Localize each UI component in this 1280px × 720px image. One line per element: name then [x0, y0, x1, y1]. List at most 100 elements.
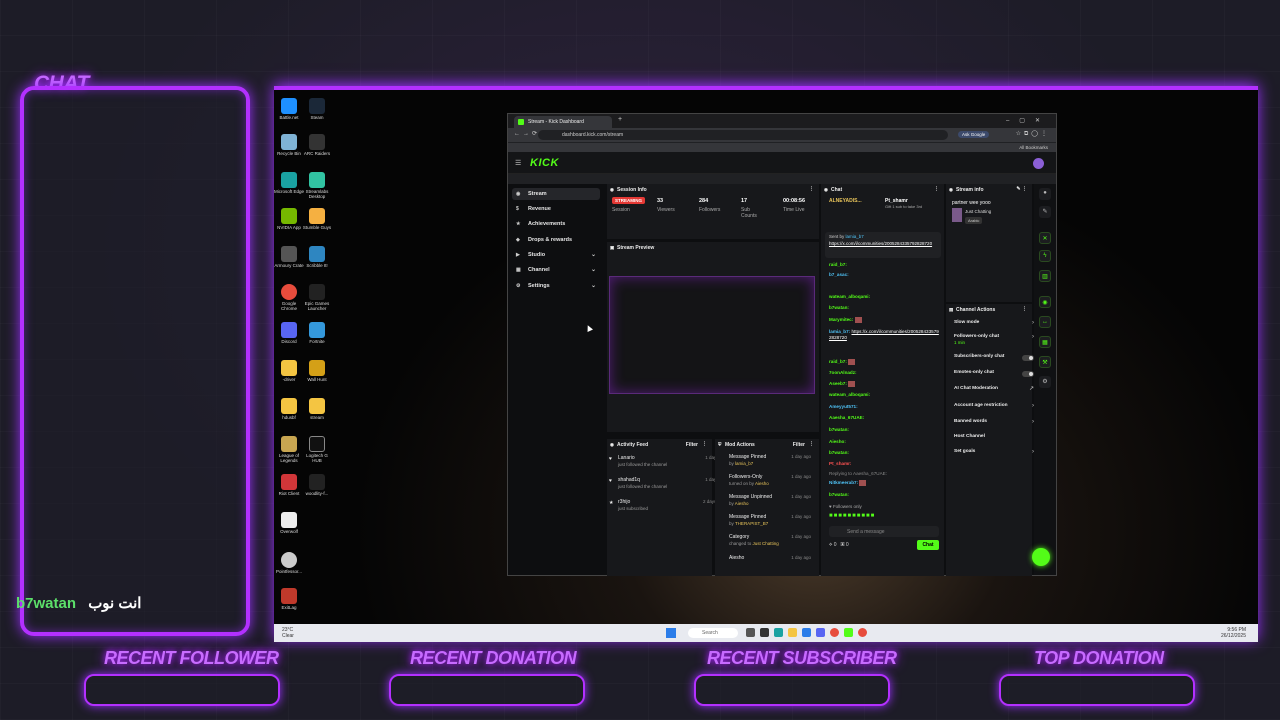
desktop-icon[interactable]: hdusbf [274, 398, 304, 420]
menu-icon[interactable]: ☰ [515, 159, 521, 167]
top-donation-label: TOP DONATION [1034, 648, 1164, 668]
emote-bar[interactable]: ■■■■■■■■■■ [829, 513, 875, 519]
send-message-input[interactable]: Send a message [829, 526, 939, 537]
pinned-message: Sent by lamia_b7 https://x.com/i/communi… [825, 232, 941, 258]
new-tab-icon[interactable]: + [618, 116, 622, 123]
desktop-icon[interactable]: Google Chrome [274, 284, 304, 311]
desktop-icon[interactable]: Fortnite [302, 322, 332, 344]
overlay-chat-text: انت نوب [88, 595, 142, 612]
window-controls[interactable]: –▢✕ [1006, 117, 1050, 124]
kick-logo[interactable]: KICK [530, 157, 559, 169]
folder-icon[interactable] [788, 628, 797, 637]
browser-tab[interactable]: Stream - Kick Dashboard [514, 116, 612, 128]
desktop-icon[interactable]: ARC Raiders [302, 134, 332, 156]
chrome-icon[interactable] [830, 628, 839, 637]
desktop-icon[interactable]: Epic Games Launcher [302, 284, 332, 311]
support-chat-button[interactable] [1032, 548, 1050, 566]
info-icon[interactable]: ● [1039, 188, 1051, 200]
browser-menu-icons[interactable]: ☆⧉◯⋮ [1016, 130, 1050, 138]
slow-mode-item[interactable]: Slow mode › [954, 320, 1034, 326]
weather-widget[interactable]: 23°C Clear [282, 627, 294, 639]
desktop-icon[interactable]: Scribble It! [302, 246, 332, 268]
nav-item-studio[interactable]: ▶ Studio ⌄ [512, 249, 600, 261]
desktop-icon[interactable]: stream [302, 398, 332, 420]
chat-bubble-icon[interactable]: ◉ [1039, 296, 1051, 308]
desktop-icon[interactable]: Steam [302, 98, 332, 120]
host-channel-item[interactable]: Host Channel [954, 434, 1034, 440]
discord-icon[interactable] [816, 628, 825, 637]
desktop-icon[interactable]: Logitech G HUB [302, 436, 332, 463]
taskbar-search[interactable]: Search [688, 628, 738, 638]
windows-start-icon[interactable] [666, 628, 676, 638]
url-field[interactable]: dashboard.kick.com/stream [538, 130, 948, 140]
desktop-icon[interactable]: Discord [274, 322, 304, 344]
mod-action-item: Message Pinned by THERAPIST_B7 1 day ago [729, 514, 811, 526]
expand-icon[interactable]: ↔ [1039, 316, 1051, 328]
edit-icon[interactable]: ✎ ⋮ [1016, 186, 1027, 192]
desktop-icon[interactable]: Stumble Guys [302, 208, 332, 230]
chat-send-button[interactable]: Chat [917, 540, 939, 550]
trash-icon[interactable]: ▥ [1039, 270, 1051, 282]
filter-button[interactable]: Filter [686, 442, 698, 448]
desktop-icon[interactable]: Riot Client [274, 474, 304, 496]
stream-preview-video[interactable] [609, 276, 815, 394]
nav-item-stream[interactable]: ◉ Stream [512, 188, 600, 200]
desktop-icon[interactable]: Microsoft Edge [274, 172, 304, 194]
account-age-item[interactable]: Account age restriction › [954, 403, 1034, 409]
desktop-icon[interactable]: Streamlabs Desktop [302, 172, 332, 199]
desktop-icon[interactable]: Wall Hunt [302, 360, 332, 382]
followers-only-item[interactable]: Followers-only chat 1 min › [954, 334, 1034, 346]
banned-words-item[interactable]: Banned words › [954, 419, 1034, 425]
ai-moderation-item[interactable]: AI Chat Moderation ↗ [954, 386, 1034, 392]
more-icon[interactable]: ⋮ [1022, 306, 1027, 312]
more-icon[interactable]: ⋮ [809, 186, 814, 192]
desktop-icon[interactable]: Armoury Crate [274, 246, 304, 268]
store-icon[interactable] [802, 628, 811, 637]
chrome-icon[interactable] [858, 628, 867, 637]
filter-button[interactable]: Filter [793, 442, 805, 448]
desktop-icon[interactable]: Pointfessor... [274, 552, 304, 574]
pen-icon[interactable]: ✎ [1039, 206, 1051, 218]
bolt-icon[interactable]: ϟ [1039, 250, 1051, 262]
emotes-only-item[interactable]: Emotes-only chat [954, 370, 1034, 377]
all-bookmarks[interactable]: All Bookmarks [1019, 145, 1048, 150]
nav-item-channel[interactable]: ▦ Channel ⌄ [512, 264, 600, 276]
kick-icon[interactable] [844, 628, 853, 637]
desktop-icon[interactable]: NVIDIA App [274, 208, 304, 230]
emotes-only-toggle[interactable] [1022, 371, 1034, 377]
nav-item-settings[interactable]: ⚙ Settings ⌄ [512, 280, 600, 292]
taskbar-clock[interactable]: 9:56 PM 26/12/2025 [1221, 627, 1246, 639]
desktop-icon[interactable]: Overwolf [274, 512, 304, 534]
wrench-icon[interactable]: ⚒ [1039, 356, 1051, 368]
edge-icon[interactable] [774, 628, 783, 637]
desktop-icon[interactable]: Recycle Bin [274, 134, 304, 156]
subscribers-only-item[interactable]: Subscribers-only chat [954, 354, 1034, 361]
more-icon[interactable]: ⋮ [702, 441, 707, 447]
scribble-icon [309, 246, 325, 262]
nav-arrows-icon[interactable]: ←→⟳ [514, 130, 540, 137]
app-icon[interactable] [760, 628, 769, 637]
subscribers-only-toggle[interactable] [1022, 355, 1034, 361]
nav-item-revenue[interactable]: $ Revenue [512, 203, 600, 215]
desktop-icon[interactable]: Battle.net [274, 98, 304, 120]
nav-item-achievements[interactable]: ★ Achievements [512, 218, 600, 230]
pinned-link[interactable]: https://x.com/i/communities/200528433579… [829, 241, 933, 247]
desktop-icon[interactable]: woodlity-f... [302, 474, 332, 496]
desktop-icon[interactable]: League of Legends [274, 436, 304, 463]
avatar[interactable] [1033, 158, 1044, 169]
discord-icon [281, 322, 297, 338]
app-icon[interactable] [746, 628, 755, 637]
bookmarks-bar: All Bookmarks [508, 142, 1056, 152]
nav-item-drops[interactable]: ◆ Drops & rewards [512, 234, 600, 246]
settings-icon[interactable]: ⚙ [1039, 376, 1051, 388]
set-goals-item[interactable]: Set goals › [954, 449, 1034, 455]
emote-icon [854, 317, 862, 323]
more-icon[interactable]: ⋮ [809, 441, 814, 447]
ask-google-button[interactable]: Ask Google [958, 131, 990, 138]
desktop-icon[interactable]: ExitLag [274, 588, 304, 610]
viewers-stat: 33 Viewers [657, 198, 675, 213]
more-icon[interactable]: ⋮ [934, 186, 939, 192]
close-icon[interactable]: ✕ [1039, 232, 1051, 244]
grid-icon[interactable]: ▦ [1039, 336, 1051, 348]
desktop-icon[interactable]: -driver [274, 360, 304, 382]
